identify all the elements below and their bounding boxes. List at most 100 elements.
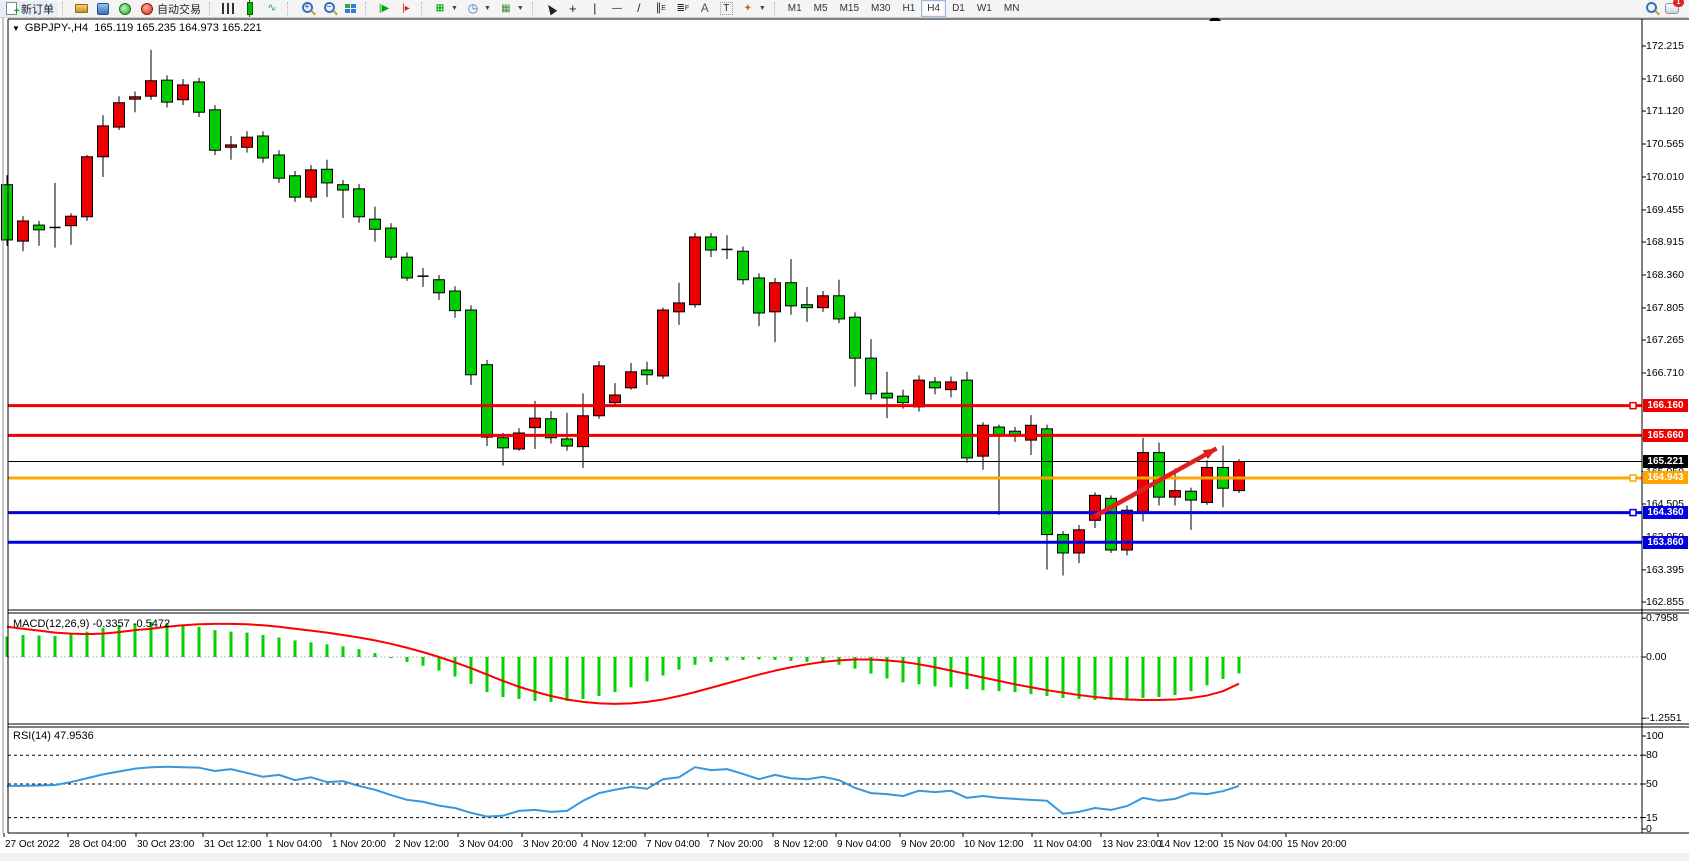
time-axis-label: 14 Nov 12:00: [1159, 839, 1219, 851]
toolbar: 新订单 自动交易 ∿ + − |▶ |▸ ⊞▼ ◷▼ ▦▼ + | — / ∥E…: [0, 0, 1689, 18]
window-bottom-strip: [0, 853, 1689, 861]
rsi-axis-tick: 80: [1646, 749, 1658, 761]
rsi-axis-tick: 100: [1646, 730, 1664, 742]
chart-ohlc: 165.119 165.235 164.973 165.221: [94, 22, 261, 34]
template-icon: ▦: [499, 2, 513, 15]
text-label-icon: T: [720, 2, 733, 15]
timeframe-button-h4[interactable]: H4: [921, 0, 946, 17]
cursor-icon: [544, 2, 558, 15]
time-axis-label: 11 Nov 04:00: [1033, 839, 1092, 851]
time-axis-label: 31 Oct 12:00: [204, 839, 261, 851]
new-order-button[interactable]: 新订单: [0, 1, 58, 17]
chart-canvas: [0, 18, 1689, 861]
zoom-out-icon: −: [321, 2, 335, 15]
price-line-badge: 165.221: [1643, 455, 1688, 468]
navigator-icon: [96, 2, 110, 15]
chart-symbol: GBPJPY-,H4: [25, 22, 88, 34]
price-axis-tick: 167.805: [1646, 302, 1684, 314]
time-axis-label: 4 Nov 12:00: [583, 839, 637, 851]
chart-shift-button[interactable]: |▸: [395, 1, 417, 17]
chart-window[interactable]: ▼ GBPJPY-,H4 165.119 165.235 164.973 165.…: [0, 18, 1689, 861]
horizontal-line-tool-button[interactable]: —: [606, 1, 628, 17]
rsi-axis-tick: 0: [1646, 823, 1652, 835]
auto-scroll-button[interactable]: |▶: [373, 1, 395, 17]
timeframe-button-h1[interactable]: H1: [896, 0, 921, 17]
bar-chart-button[interactable]: [217, 1, 239, 17]
auto-trading-icon: [140, 2, 154, 15]
price-axis-tick: 169.455: [1646, 204, 1684, 216]
channel-tool-button[interactable]: ∥E: [650, 1, 672, 17]
chevron-down-icon[interactable]: ▼: [12, 24, 20, 33]
templates-button[interactable]: ▦▼: [495, 1, 528, 17]
timeframe-button-m15[interactable]: M15: [834, 0, 865, 17]
toolbar-separator: [532, 2, 538, 16]
chevron-down-icon: ▼: [759, 5, 766, 12]
candlestick-chart-button[interactable]: [239, 1, 261, 17]
arrows-tool-button[interactable]: ✦▼: [737, 1, 770, 17]
time-axis-label: 28 Oct 04:00: [69, 839, 126, 851]
indicators-button[interactable]: ⊞▼: [429, 1, 462, 17]
fibonacci-tool-button[interactable]: ≣F: [672, 1, 694, 17]
navigator-button[interactable]: [92, 1, 114, 17]
macd-label: MACD(12,26,9) -0.3357 -0.5472: [13, 618, 170, 630]
macd-axis-tick: -1.2551: [1646, 712, 1682, 724]
equidistant-channel-icon: ∥E: [654, 2, 668, 15]
timeframe-button-mn[interactable]: MN: [998, 0, 1026, 17]
timeframe-button-m5[interactable]: M5: [808, 0, 834, 17]
vertical-line-icon: |: [588, 2, 602, 15]
indicators-icon: ⊞: [433, 2, 447, 15]
toolbar-separator: [365, 2, 371, 16]
new-order-label: 新订单: [21, 1, 54, 17]
price-axis-tick: 166.710: [1646, 367, 1684, 379]
periods-button[interactable]: ◷▼: [462, 1, 495, 17]
market-watch-button[interactable]: [70, 1, 92, 17]
timeframe-button-d1[interactable]: D1: [946, 0, 971, 17]
horizontal-line-icon: —: [610, 2, 624, 15]
chevron-down-icon: ▼: [451, 5, 458, 12]
signals-button[interactable]: [114, 1, 136, 17]
price-axis-tick: 171.120: [1646, 105, 1684, 117]
timeframe-button-m30[interactable]: M30: [865, 0, 896, 17]
zoom-in-button[interactable]: +: [295, 1, 317, 17]
timeframe-button-m1[interactable]: M1: [782, 0, 808, 17]
notifications-button[interactable]: 1: [1661, 1, 1683, 17]
time-axis-label: 1 Nov 04:00: [268, 839, 322, 851]
cursor-tool-button[interactable]: [540, 1, 562, 17]
tile-windows-button[interactable]: [339, 1, 361, 17]
vertical-line-tool-button[interactable]: |: [584, 1, 606, 17]
zoom-out-button[interactable]: −: [317, 1, 339, 17]
trendline-tool-button[interactable]: /: [628, 1, 650, 17]
chevron-down-icon: ▼: [517, 5, 524, 12]
rsi-axis-tick: 50: [1646, 778, 1658, 790]
timeframe-button-w1[interactable]: W1: [971, 0, 998, 17]
macd-axis-tick: 0.7958: [1646, 612, 1678, 624]
price-axis-tick: 171.660: [1646, 73, 1684, 85]
text-icon: A: [698, 2, 712, 15]
line-chart-button[interactable]: ∿: [261, 1, 283, 17]
price-axis-tick: 170.565: [1646, 138, 1684, 150]
time-axis-label: 3 Nov 04:00: [459, 839, 513, 851]
candlestick-chart-icon: [243, 2, 257, 15]
chevron-down-icon: ▼: [484, 5, 491, 12]
price-axis-tick: 170.010: [1646, 171, 1684, 183]
time-axis-label: 7 Nov 04:00: [646, 839, 700, 851]
time-axis-label: 9 Nov 20:00: [901, 839, 955, 851]
bar-chart-icon: [221, 2, 235, 15]
price-line-badge: 166.160: [1643, 399, 1688, 412]
auto-trading-button[interactable]: 自动交易: [136, 1, 205, 17]
auto-trading-label: 自动交易: [157, 1, 201, 17]
label-tool-button[interactable]: T: [716, 1, 737, 17]
search-button[interactable]: [1639, 1, 1661, 17]
time-axis-label: 8 Nov 12:00: [774, 839, 828, 851]
text-tool-button[interactable]: A: [694, 1, 716, 17]
price-axis-tick: 168.915: [1646, 236, 1684, 248]
crosshair-tool-button[interactable]: +: [562, 1, 584, 17]
time-axis-label: 27 Oct 2022: [5, 839, 59, 851]
price-line-badge: 163.860: [1643, 536, 1688, 549]
time-axis-label: 3 Nov 20:00: [523, 839, 577, 851]
toolbar-separator: [287, 2, 293, 16]
macd-axis-tick: 0.00: [1646, 651, 1666, 663]
notification-badge: 1: [1673, 0, 1684, 7]
price-axis-tick: 167.265: [1646, 334, 1684, 346]
price-line-badge: 164.360: [1643, 506, 1688, 519]
